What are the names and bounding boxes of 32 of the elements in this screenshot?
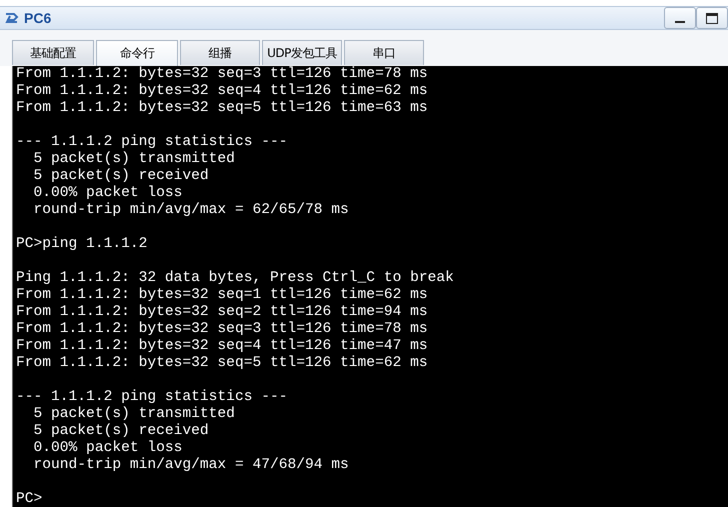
terminal-line: Ping 1.1.1.2: 32 data bytes, Press Ctrl_C to break [16, 270, 454, 287]
terminal-line: From 1.1.1.2: bytes=32 seq=3 ttl=126 time=78 ms [16, 66, 428, 83]
terminal-line: 5 packet(s) received [32, 168, 209, 185]
minimize-button[interactable] [664, 7, 696, 29]
maximize-icon [706, 12, 718, 24]
terminal-line: PC>ping 1.1.1.2 [16, 236, 148, 253]
window-title: PC6 [24, 10, 52, 26]
terminal-line: 5 packet(s) received [32, 423, 209, 440]
tab[interactable]: UDP发包工具 [262, 40, 342, 65]
terminal-line: round-trip min/avg/max = 47/68/94 ms [32, 457, 349, 474]
terminal-line: --- 1.1.1.2 ping statistics --- [16, 134, 288, 151]
terminal-line: 0.00% packet loss [32, 185, 182, 202]
terminal-line: 5 packet(s) transmitted [32, 406, 235, 423]
minimize-icon [675, 21, 685, 23]
terminal-line: PC> [16, 491, 42, 507]
tab[interactable]: 组播 [180, 40, 260, 65]
terminal-line: From 1.1.1.2: bytes=32 seq=5 ttl=126 time=62 ms [16, 355, 428, 372]
tab[interactable]: 基础配置 [12, 40, 94, 65]
terminal-line: From 1.1.1.2: bytes=32 seq=4 ttl=126 time=47 ms [16, 338, 428, 355]
terminal-line: --- 1.1.1.2 ping statistics --- [16, 389, 288, 406]
terminal-line: 5 packet(s) transmitted [32, 151, 235, 168]
terminal-line: From 1.1.1.2: bytes=32 seq=1 ttl=126 time=62 ms [16, 287, 428, 304]
terminal-line: From 1.1.1.2: bytes=32 seq=4 ttl=126 time=62 ms [16, 83, 428, 100]
terminal-line: From 1.1.1.2: bytes=32 seq=3 ttl=126 time=78 ms [16, 321, 428, 338]
app-icon [4, 10, 20, 26]
terminal-line: From 1.1.1.2: bytes=32 seq=5 ttl=126 time=63 ms [16, 100, 428, 117]
tab[interactable]: 串口 [344, 40, 424, 65]
terminal-line: From 1.1.1.2: bytes=32 seq=2 ttl=126 time=94 ms [16, 304, 428, 321]
terminal-line: round-trip min/avg/max = 62/65/78 ms [32, 202, 349, 219]
tab[interactable]: 命令行 [96, 40, 178, 66]
terminal-line: 0.00% packet loss [32, 440, 182, 457]
maximize-button[interactable] [696, 7, 728, 29]
